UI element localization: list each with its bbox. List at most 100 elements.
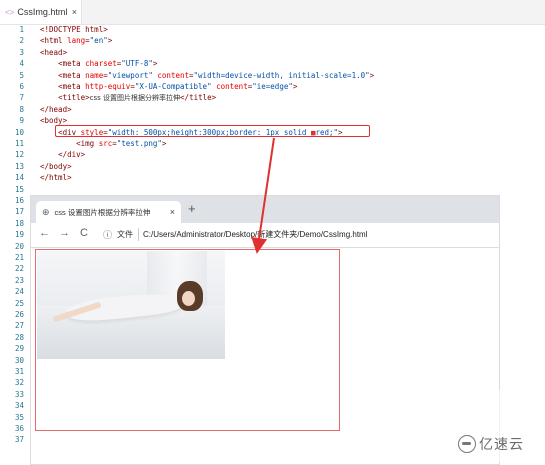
line-number: 10 — [14, 127, 24, 137]
code-line: <meta charset="UTF-8"> — [40, 58, 157, 69]
code-token: "width=device-width, initial-scale=1.0" — [193, 70, 370, 80]
info-icon[interactable]: ⓘ — [103, 228, 112, 241]
code-token: "X-UA-Compatible" — [134, 82, 212, 91]
code-token: content — [157, 70, 190, 80]
line-number: 15 — [14, 184, 24, 194]
url-separator — [138, 228, 139, 241]
code-token: "test.png" — [116, 139, 162, 148]
code-line: <head> — [40, 47, 67, 58]
code-token: <!DOCTYPE html> — [40, 25, 108, 34]
line-number: 26 — [14, 310, 24, 319]
line-number: 37 — [14, 435, 24, 445]
code-token: > — [161, 139, 167, 148]
line-number: 27 — [14, 321, 24, 331]
code-token: <img — [76, 139, 99, 148]
code-token: </body> — [40, 161, 72, 171]
close-icon[interactable]: × — [72, 7, 77, 17]
url-text[interactable]: C:/Users/Administrator/Desktop/新建文件夹/Dem… — [143, 229, 368, 240]
code-token: src — [98, 139, 113, 148]
line-number: 6 — [19, 82, 24, 91]
browser-tab-strip: ⊕ css 设置图片根据分辨率拉伸 × + — [31, 196, 499, 223]
editor-tab-bar: <> CssImg.html × — [0, 0, 545, 25]
code-token: css 设置图片根据分辨率拉伸 — [89, 94, 181, 103]
code-token: <html — [40, 36, 68, 46]
code-line: <img src="test.png"> — [40, 138, 166, 149]
line-number: 5 — [19, 70, 24, 80]
code-token: > — [292, 82, 298, 91]
line-number: 20 — [14, 241, 24, 251]
line-number: 14 — [14, 173, 24, 183]
line-number: 32 — [14, 378, 24, 388]
code-token: > — [152, 59, 158, 69]
line-number: 1 — [19, 25, 24, 34]
code-token: "en" — [89, 36, 108, 46]
code-line: </html> — [40, 172, 72, 183]
line-number: 4 — [19, 59, 24, 69]
code-token: name — [85, 70, 104, 80]
code-token: <meta — [58, 70, 86, 80]
line-number: 11 — [14, 139, 24, 148]
line-number: 19 — [14, 230, 24, 240]
code-line: <meta http-equiv="X-UA-Compatible" conte… — [40, 81, 297, 92]
watermark: 亿速云 — [458, 434, 524, 454]
code-token: "viewport" — [107, 70, 153, 80]
line-number: 3 — [19, 47, 24, 57]
code-line: <!DOCTYPE html> — [40, 24, 108, 35]
code-token: > — [107, 36, 113, 46]
code-line: </head> — [40, 104, 72, 115]
line-number: 12 — [14, 150, 24, 160]
url-scheme-label: 文件 — [117, 230, 133, 239]
line-number: 13 — [14, 161, 24, 171]
line-number: 33 — [14, 389, 24, 399]
code-token: lang — [67, 36, 86, 46]
line-number: 25 — [14, 298, 24, 308]
code-token: </html> — [40, 173, 72, 183]
reload-icon[interactable]: C — [80, 227, 88, 239]
html-file-icon: <> — [5, 7, 15, 17]
line-number: 8 — [19, 104, 24, 114]
new-tab-button[interactable]: + — [188, 201, 196, 216]
code-token: content — [216, 82, 248, 91]
red-bordered-div — [35, 249, 340, 431]
browser-tab[interactable]: ⊕ css 设置图片根据分辨率拉伸 × — [36, 201, 181, 223]
globe-icon: ⊕ — [42, 206, 50, 217]
line-number: 7 — [19, 93, 24, 103]
back-icon[interactable]: ← — [39, 227, 50, 239]
code-line: <html lang="en"> — [40, 35, 112, 46]
line-number: 21 — [14, 253, 24, 262]
line-number: 35 — [14, 412, 24, 422]
editor-tab-cssimg[interactable]: <> CssImg.html × — [0, 0, 82, 24]
close-icon[interactable]: × — [170, 207, 175, 217]
browser-tab-title: css 设置图片根据分辨率拉伸 — [54, 207, 151, 217]
line-number: 2 — [19, 36, 24, 46]
line-number: 36 — [14, 424, 24, 433]
code-token: <meta — [58, 82, 86, 91]
line-number: 31 — [14, 367, 24, 376]
code-line: <meta name="viewport" content="width=dev… — [40, 70, 374, 81]
code-token: <head> — [40, 47, 68, 57]
code-line: </div> — [40, 149, 85, 160]
watermark-text: 亿速云 — [479, 436, 524, 452]
code-token: <title> — [58, 93, 90, 103]
code-line: </body> — [40, 161, 72, 172]
line-number: 18 — [14, 218, 24, 228]
line-number: 23 — [14, 275, 24, 285]
line-number: 17 — [14, 207, 24, 217]
code-token: <meta — [58, 59, 86, 69]
code-token: </div> — [58, 150, 86, 160]
forward-icon[interactable]: → — [59, 227, 70, 239]
watermark-logo-icon — [458, 435, 476, 453]
code-token: http-equiv — [85, 82, 131, 91]
code-line: <title>css 设置图片根据分辨率拉伸</title> — [40, 92, 216, 103]
code-token: </title> — [180, 93, 217, 103]
line-number: 30 — [14, 355, 24, 365]
code-token: charset — [85, 59, 117, 69]
line-number: 28 — [14, 332, 24, 342]
test-image — [37, 251, 225, 359]
